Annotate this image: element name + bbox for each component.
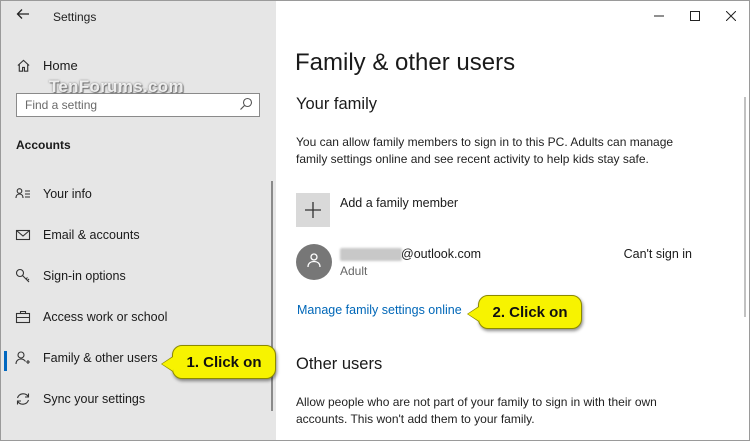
back-button[interactable] xyxy=(13,7,33,27)
person-icon xyxy=(306,252,322,273)
your-family-heading: Your family xyxy=(296,95,378,113)
search-icon[interactable] xyxy=(239,97,253,116)
callout-label: 1. Click on xyxy=(186,353,262,371)
sidebar-item-label: Family & other users xyxy=(43,350,158,365)
minimize-button[interactable] xyxy=(641,1,677,31)
watermark: TenForums.com xyxy=(49,77,184,96)
member-email: @outlook.com xyxy=(401,247,482,261)
app-title: Settings xyxy=(53,10,97,24)
callout-pointer xyxy=(162,357,173,371)
sidebar-item-label: Email & accounts xyxy=(43,227,140,242)
plus-icon xyxy=(296,193,330,227)
family-member-item[interactable]: @outlook.com Adult Can't sign in xyxy=(296,244,692,280)
sidebar-item-label: Sync your settings xyxy=(43,391,146,406)
key-icon xyxy=(15,268,31,284)
close-icon xyxy=(725,8,737,24)
mail-icon xyxy=(15,227,31,243)
content-scrollbar[interactable] xyxy=(744,97,746,317)
manage-family-settings-link[interactable]: Manage family settings online xyxy=(297,303,462,317)
sidebar-item-label: Your info xyxy=(43,186,92,201)
your-family-description: You can allow family members to sign in … xyxy=(296,135,674,166)
briefcase-icon xyxy=(15,309,31,325)
sidebar-item-home[interactable]: Home xyxy=(15,55,78,75)
home-icon xyxy=(15,57,31,73)
sidebar-nav: Your info Email & accounts Sign-in optio… xyxy=(1,173,276,419)
callout-step-1: 1. Click on xyxy=(161,345,276,379)
member-role: Adult xyxy=(340,264,368,278)
sidebar-item-sync-settings[interactable]: Sync your settings xyxy=(1,378,276,419)
section-title: Accounts xyxy=(16,138,71,152)
callout-label: 2. Click on xyxy=(492,303,568,321)
sync-icon xyxy=(15,391,31,407)
arrow-left-icon xyxy=(16,8,30,25)
sidebar-item-sign-in-options[interactable]: Sign-in options xyxy=(1,255,276,296)
title-bar: Settings xyxy=(1,1,276,33)
maximize-icon xyxy=(690,8,700,24)
maximize-button[interactable] xyxy=(677,1,713,31)
minimize-icon xyxy=(654,8,664,24)
sidebar-item-your-info[interactable]: Your info xyxy=(1,173,276,214)
other-users-heading: Other users xyxy=(296,355,383,373)
sidebar-item-email-accounts[interactable]: Email & accounts xyxy=(1,214,276,255)
main-content: Family & other users Your family You can… xyxy=(277,1,749,440)
add-family-member-button[interactable]: Add a family member xyxy=(296,193,458,227)
add-family-member-label: Add a family member xyxy=(340,196,459,210)
sidebar-item-label: Access work or school xyxy=(43,309,168,324)
search-input[interactable] xyxy=(25,96,225,114)
member-status: Can't sign in xyxy=(623,247,692,261)
close-button[interactable] xyxy=(713,1,749,31)
user-info-icon xyxy=(15,186,31,202)
window-controls xyxy=(641,1,749,31)
settings-window: Settings Home TenForums.com Accounts You… xyxy=(0,0,750,441)
avatar xyxy=(296,244,332,280)
callout-step-2: 2. Click on xyxy=(467,295,582,329)
page-title: Family & other users xyxy=(295,49,516,76)
sidebar-item-access-work[interactable]: Access work or school xyxy=(1,296,276,337)
callout-pointer xyxy=(468,307,479,321)
sidebar-item-label: Sign-in options xyxy=(43,268,126,283)
sidebar-item-label: Home xyxy=(43,57,78,73)
other-users-description: Allow people who are not part of your fa… xyxy=(296,395,657,426)
redacted-name xyxy=(340,248,402,261)
person-add-icon xyxy=(15,350,31,366)
